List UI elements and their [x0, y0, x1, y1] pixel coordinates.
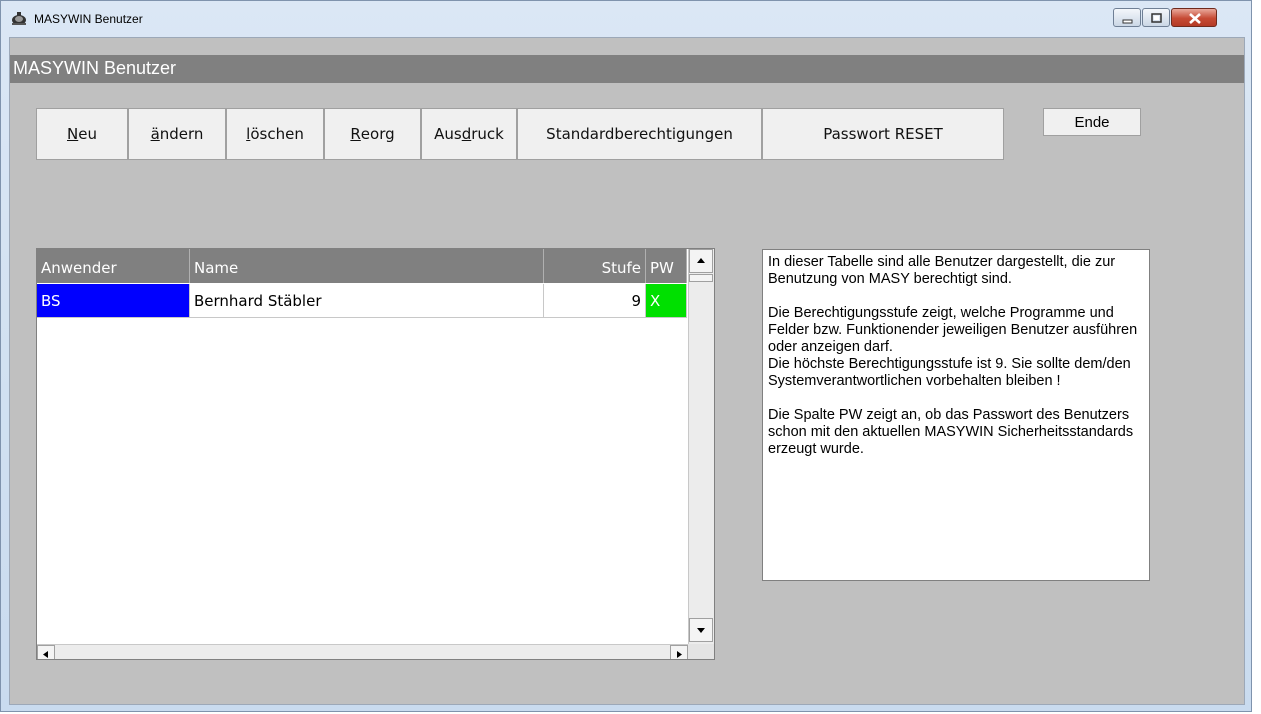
reorg-button[interactable]: Reorg — [324, 108, 421, 160]
application-window: MASYWIN Benutzer MASYWIN Benutzer Neu ä … — [0, 0, 1252, 712]
maximize-icon — [1151, 13, 1162, 23]
scroll-thumb[interactable] — [689, 274, 713, 282]
cell-pw[interactable]: X — [646, 284, 687, 318]
arrow-down-icon — [697, 628, 705, 633]
scroll-down-button[interactable] — [689, 618, 713, 642]
arrow-up-icon — [697, 258, 705, 263]
table-header: Anwender Name Stufe PW — [37, 249, 687, 283]
arrow-left-icon — [43, 651, 48, 658]
scroll-up-button[interactable] — [689, 249, 713, 273]
scroll-left-button[interactable] — [37, 645, 55, 659]
close-button[interactable] — [1171, 8, 1217, 27]
user-table[interactable]: Anwender Name Stufe PW BS Bernhard Stäbl… — [36, 248, 715, 660]
title-bar[interactable]: MASYWIN Benutzer — [1, 1, 1251, 37]
maximize-button[interactable] — [1142, 8, 1170, 27]
scrollbar-corner — [688, 644, 714, 659]
arrow-right-icon — [677, 651, 682, 658]
table-row[interactable]: BS Bernhard Stäbler 9 X — [37, 284, 687, 320]
column-header-stufe[interactable]: Stufe — [544, 249, 646, 283]
cell-anwender[interactable]: BS — [37, 284, 190, 318]
minimize-button[interactable] — [1113, 8, 1141, 27]
window-title: MASYWIN Benutzer — [34, 12, 143, 26]
column-header-pw[interactable]: PW — [646, 249, 687, 283]
form-client-area: MASYWIN Benutzer Neu ä ndern l öschen Reor… — [9, 37, 1245, 705]
cell-stufe[interactable]: 9 — [544, 284, 646, 318]
ende-button[interactable]: Ende — [1043, 108, 1141, 136]
info-text-box: In dieser Tabelle sind alle Benutzer dar… — [762, 249, 1150, 581]
masywin-app-icon[interactable] — [11, 11, 27, 27]
form-header-bar: MASYWIN Benutzer — [10, 55, 1244, 83]
column-header-anwender[interactable]: Anwender — [37, 249, 190, 283]
cell-name[interactable]: Bernhard Stäbler — [190, 284, 544, 318]
aendern-button[interactable]: ä ndern — [128, 108, 226, 160]
scroll-right-button[interactable] — [670, 645, 688, 659]
standardberechtigungen-button[interactable]: Standardberechtigungen — [517, 108, 762, 160]
close-icon — [1189, 13, 1201, 24]
form-title: MASYWIN Benutzer — [13, 58, 177, 78]
minimize-icon — [1122, 19, 1133, 24]
loeschen-button[interactable]: l öschen — [226, 108, 324, 160]
horizontal-scrollbar[interactable] — [37, 644, 688, 659]
column-header-name[interactable]: Name — [190, 249, 544, 283]
vertical-scrollbar[interactable] — [688, 249, 714, 644]
ausdruck-button[interactable]: Aus d ruck — [421, 108, 517, 160]
neu-button[interactable]: Neu — [36, 108, 128, 160]
passwort-reset-button[interactable]: Passwort RESET — [762, 108, 1004, 160]
